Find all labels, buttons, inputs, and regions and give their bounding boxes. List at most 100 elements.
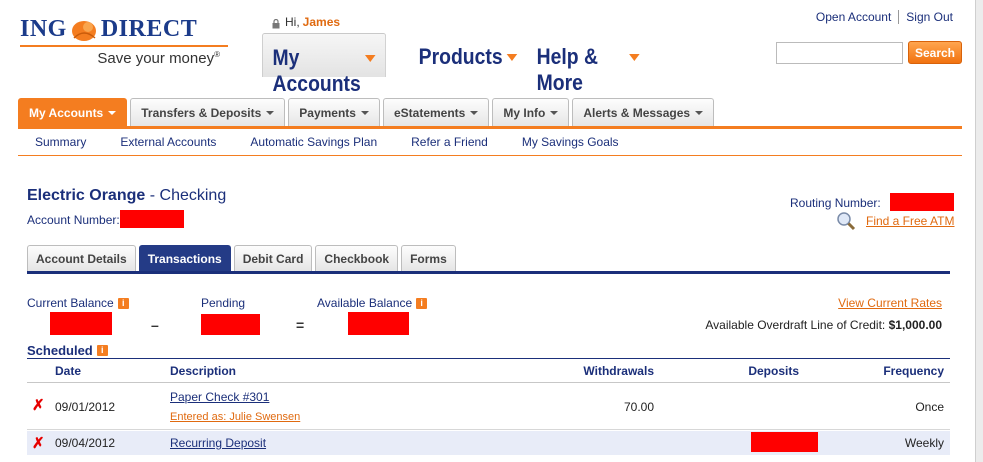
tab-label: My Accounts [29,105,104,120]
tab-my-accounts[interactable]: My Accounts [18,98,128,126]
magnifier-icon [836,211,856,231]
chevron-down-icon [629,54,640,61]
account-tabs-underline [27,271,950,274]
greeting-name: James [302,15,341,29]
row-date: 09/01/2012 [55,400,116,414]
scheduled-heading: Scheduled i [27,343,108,358]
tab-label: Payments [299,105,356,120]
account-name: Electric Orange [27,187,146,204]
info-icon[interactable]: i [96,345,108,356]
account-number: Account Number: [27,210,184,228]
main-nav-label: Products [418,44,503,69]
tab-checkbook[interactable]: Checkbook [315,245,399,272]
redacted-current-balance [50,312,112,335]
column-deposits[interactable]: Deposits [748,364,799,378]
routing-number: Routing Number: [790,193,955,211]
row-frequency: Once [915,400,944,414]
main-nav-label: Help & More [536,44,599,95]
minus-sign: – [151,317,159,333]
view-current-rates-link[interactable]: View Current Rates [838,296,942,310]
search-button[interactable]: Search [908,41,962,64]
tab-my-info[interactable]: My Info [492,98,570,126]
logo-direct-text: DIRECT [100,16,198,42]
tab-estatements[interactable]: eStatements [382,98,490,126]
table-row: ✗ 09/01/2012 Paper Check #301 Entered as… [27,384,950,430]
info-icon[interactable]: i [416,297,428,309]
row-entered-as[interactable]: Entered as: Julie Swensen [170,411,300,423]
sub-link-refer-a-friend[interactable]: Refer a Friend [394,135,505,149]
open-account-link[interactable]: Open Account [809,10,898,24]
overdraft-value: $1,000.00 [888,318,942,332]
delete-x-icon[interactable]: ✗ [32,396,45,414]
sub-link-external-accounts[interactable]: External Accounts [103,135,233,149]
main-nav-my-accounts[interactable]: My Accounts [262,33,387,96]
page: ING DIRECT Save your money® Hi, James My… [0,0,976,462]
ing-direct-logo[interactable]: ING DIRECT Save your money® [20,16,230,67]
tab-label: Alerts & Messages [583,105,691,120]
column-frequency[interactable]: Frequency [883,364,944,378]
chevron-down-icon [550,110,559,115]
row-withdrawal: 70.00 [623,400,654,414]
chevron-down-icon [695,110,704,115]
available-balance-text: Available Balance [317,296,413,310]
window-edge [976,0,983,462]
greeting: Hi, James [272,15,340,29]
redacted-account-number [119,210,184,228]
tab-label: My Info [503,105,546,120]
lion-icon [70,18,98,42]
available-balance-label: Available Balance i [317,296,428,310]
sub-links: Summary External Accounts Automatic Savi… [18,129,962,156]
lock-icon [272,18,280,28]
pending-label: Pending [201,296,246,310]
main-nav-products[interactable]: Products [409,33,518,77]
account-number-label: Account Number: [27,213,120,227]
tab-label: Transfers & Deposits [141,105,262,120]
row-date: 09/04/2012 [55,436,116,450]
account-title: Electric Orange - Checking [27,187,226,205]
logo-ing-text: ING [20,16,67,42]
main-nav-help-more[interactable]: Help & More [527,33,650,95]
account-tabs: Account Details Transactions Debit Card … [27,245,456,272]
current-balance-text: Current Balance [27,296,114,310]
scheduled-title: Scheduled [27,343,93,358]
redacted-deposit [751,432,818,452]
sub-link-my-savings-goals[interactable]: My Savings Goals [505,135,636,149]
row-description[interactable]: Paper Check #301 [170,390,269,404]
redacted-available-balance [348,312,409,335]
row-description[interactable]: Recurring Deposit [170,436,266,450]
account-type: - Checking [149,187,227,204]
redacted-routing-number [890,193,955,211]
routing-number-label: Routing Number: [790,196,881,210]
search-input[interactable] [776,42,903,64]
tab-forms[interactable]: Forms [401,245,456,272]
sub-link-automatic-savings-plan[interactable]: Automatic Savings Plan [233,135,394,149]
top-links: Open Account Sign Out [809,10,960,24]
main-nav-label: My Accounts [272,45,361,96]
logo-rule [20,45,228,47]
tab-alerts-messages[interactable]: Alerts & Messages [572,98,715,126]
overdraft-label: Available Overdraft Line of Credit: [705,318,886,332]
column-date[interactable]: Date [55,364,81,378]
greeting-prefix: Hi, [285,15,300,29]
tab-account-details[interactable]: Account Details [27,245,136,272]
scheduled-table-header: Date Description Withdrawals Deposits Fr… [27,359,950,383]
info-icon[interactable]: i [117,297,129,309]
column-withdrawals[interactable]: Withdrawals [583,364,654,378]
row-frequency: Weekly [904,436,944,450]
logo-tagline: Save your money® [97,50,220,67]
find-atm-label: Find a Free ATM [866,214,955,228]
tab-debit-card[interactable]: Debit Card [233,245,313,272]
main-nav: My Accounts Products Help & More [262,33,667,96]
chevron-down-icon [266,110,275,115]
column-description[interactable]: Description [170,364,236,378]
sub-link-summary[interactable]: Summary [18,135,103,149]
sign-out-link[interactable]: Sign Out [899,10,960,24]
tab-payments[interactable]: Payments [288,98,380,126]
delete-x-icon[interactable]: ✗ [32,434,45,452]
tab-transactions[interactable]: Transactions [138,245,231,272]
tab-label: eStatements [393,105,466,120]
find-atm-link[interactable]: Find a Free ATM [836,211,954,231]
sub-tabs: My Accounts Transfers & Deposits Payment… [18,98,715,126]
current-balance-label: Current Balance i [27,296,129,310]
tab-transfers-deposits[interactable]: Transfers & Deposits [130,98,286,126]
